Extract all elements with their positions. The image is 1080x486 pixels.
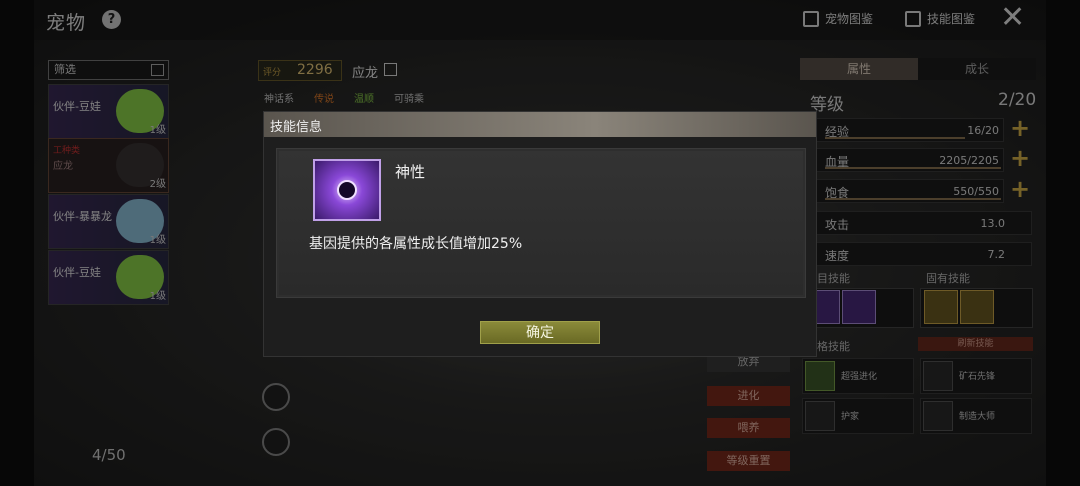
divinity-skill-icon (313, 159, 381, 221)
skill-info-dialog: 技能信息 神性 基因提供的各属性成长值增加25% 确定 (263, 111, 817, 357)
dialog-header: 技能信息 (264, 112, 816, 137)
dialog-title: 技能信息 (270, 120, 323, 135)
dialog-body: 神性 基因提供的各属性成长值增加25% (276, 148, 806, 298)
skill-name: 神性 (395, 163, 426, 181)
confirm-button[interactable]: 确定 (480, 321, 600, 344)
skill-description: 基因提供的各属性成长值增加25% (309, 236, 523, 252)
dialog-body-inner: 神性 基因提供的各属性成长值增加25% (279, 151, 803, 295)
eye-icon (337, 180, 357, 200)
pet-screen: 宠物 ? 宠物图鉴 技能图鉴 ✕ 筛选 伙伴-豆娃 1级 工种类 应龙 2级 伙… (0, 0, 1080, 486)
